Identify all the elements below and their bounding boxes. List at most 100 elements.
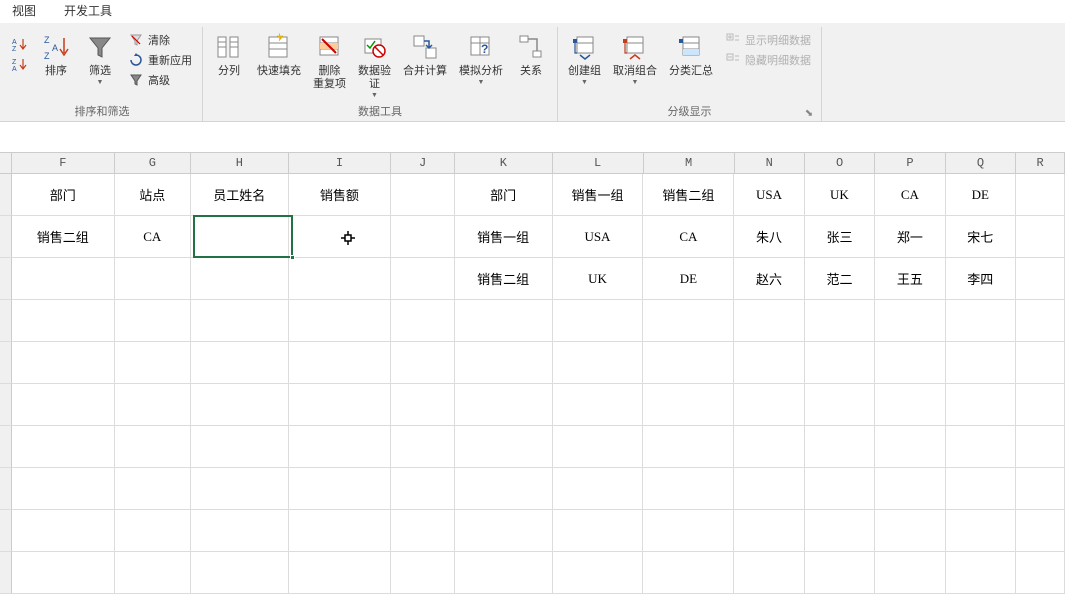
cell[interactable]: [553, 510, 644, 552]
cell[interactable]: [289, 300, 392, 342]
sort-desc-button[interactable]: ZA: [8, 55, 32, 73]
cell[interactable]: [1016, 426, 1065, 468]
text-to-columns-button[interactable]: 分列: [209, 29, 249, 80]
cell[interactable]: 范二: [805, 258, 875, 300]
cell[interactable]: [946, 342, 1016, 384]
cell[interactable]: [289, 552, 392, 594]
cell[interactable]: [1016, 258, 1065, 300]
consolidate-button[interactable]: 合并计算: [399, 29, 451, 80]
cell[interactable]: [946, 468, 1016, 510]
cell[interactable]: [553, 552, 644, 594]
col-header[interactable]: M: [644, 153, 735, 173]
cell[interactable]: [1016, 384, 1065, 426]
relationships-button[interactable]: 关系: [511, 29, 551, 80]
cell[interactable]: [12, 258, 115, 300]
cell[interactable]: [553, 384, 644, 426]
cell[interactable]: [289, 468, 392, 510]
cell[interactable]: [946, 552, 1016, 594]
cell[interactable]: [391, 426, 455, 468]
cell[interactable]: [946, 384, 1016, 426]
remove-duplicates-button[interactable]: 删除 重复项: [309, 29, 350, 93]
cell[interactable]: [805, 384, 875, 426]
cell[interactable]: [455, 384, 553, 426]
cell[interactable]: [391, 258, 455, 300]
cell[interactable]: CA: [643, 216, 734, 258]
cell[interactable]: [12, 468, 115, 510]
cell[interactable]: UK: [805, 174, 875, 216]
group-button[interactable]: 创建组 ▼: [564, 29, 605, 88]
col-header[interactable]: F: [12, 153, 115, 173]
sort-button[interactable]: ZAZ 排序: [36, 29, 76, 80]
cell[interactable]: [734, 342, 804, 384]
cell[interactable]: [1016, 510, 1065, 552]
cell[interactable]: [734, 468, 804, 510]
cell[interactable]: [12, 300, 115, 342]
cell[interactable]: [191, 426, 289, 468]
cell[interactable]: [875, 384, 945, 426]
tab-view[interactable]: 视图: [8, 0, 40, 21]
cell[interactable]: [875, 342, 945, 384]
cell[interactable]: 销售二组: [455, 258, 553, 300]
cell[interactable]: [115, 258, 191, 300]
spreadsheet-grid[interactable]: F G H I J K L M N O P Q R 部门 站点 员工姓名 销售额…: [0, 152, 1065, 594]
cell[interactable]: [643, 426, 734, 468]
tab-developer[interactable]: 开发工具: [60, 0, 116, 21]
cell[interactable]: [12, 552, 115, 594]
cell[interactable]: [805, 342, 875, 384]
filter-button[interactable]: 筛选 ▼: [80, 29, 120, 88]
cell[interactable]: [734, 552, 804, 594]
cell[interactable]: [875, 510, 945, 552]
cell[interactable]: 销售一组: [455, 216, 553, 258]
dialog-launcher-icon[interactable]: ⬊: [803, 107, 815, 119]
cell[interactable]: [115, 426, 191, 468]
cell[interactable]: [455, 342, 553, 384]
cell[interactable]: [1016, 468, 1065, 510]
cell[interactable]: [734, 384, 804, 426]
cell[interactable]: CA: [115, 216, 191, 258]
cell[interactable]: [1016, 342, 1065, 384]
cell[interactable]: [643, 384, 734, 426]
cell[interactable]: [391, 510, 455, 552]
cell[interactable]: [115, 342, 191, 384]
cell[interactable]: [391, 174, 455, 216]
cell[interactable]: 员工姓名: [191, 174, 289, 216]
cell[interactable]: [805, 300, 875, 342]
cell[interactable]: [734, 426, 804, 468]
cell[interactable]: [191, 384, 289, 426]
cell[interactable]: 李四: [946, 258, 1016, 300]
flash-fill-button[interactable]: 快速填充: [253, 29, 305, 80]
cell[interactable]: [12, 426, 115, 468]
cell[interactable]: 部门: [455, 174, 553, 216]
cell[interactable]: [946, 510, 1016, 552]
cell[interactable]: [1016, 174, 1065, 216]
fill-handle[interactable]: [290, 255, 295, 260]
advanced-filter-button[interactable]: 高级: [124, 71, 196, 89]
reapply-button[interactable]: 重新应用: [124, 51, 196, 69]
cell[interactable]: [289, 216, 392, 258]
data-validation-button[interactable]: 数据验 证 ▼: [354, 29, 395, 101]
cell[interactable]: [875, 300, 945, 342]
clear-filter-button[interactable]: 清除: [124, 31, 196, 49]
cell[interactable]: [12, 342, 115, 384]
cell[interactable]: 赵六: [734, 258, 804, 300]
cell[interactable]: [115, 384, 191, 426]
cell[interactable]: [391, 216, 455, 258]
cell[interactable]: [191, 510, 289, 552]
cell[interactable]: 王五: [875, 258, 945, 300]
cell[interactable]: UK: [553, 258, 644, 300]
col-header[interactable]: K: [455, 153, 553, 173]
cell[interactable]: [875, 426, 945, 468]
sort-asc-button[interactable]: AZ: [8, 35, 32, 53]
cell[interactable]: [805, 552, 875, 594]
cell[interactable]: [12, 510, 115, 552]
cell[interactable]: [875, 552, 945, 594]
cell[interactable]: CA: [875, 174, 945, 216]
cell[interactable]: 销售额: [289, 174, 392, 216]
cell[interactable]: [455, 300, 553, 342]
subtotal-button[interactable]: 分类汇总: [665, 29, 717, 80]
col-header[interactable]: J: [391, 153, 455, 173]
cell[interactable]: [553, 342, 644, 384]
cell[interactable]: [553, 468, 644, 510]
cell[interactable]: [12, 384, 115, 426]
cell[interactable]: [734, 300, 804, 342]
